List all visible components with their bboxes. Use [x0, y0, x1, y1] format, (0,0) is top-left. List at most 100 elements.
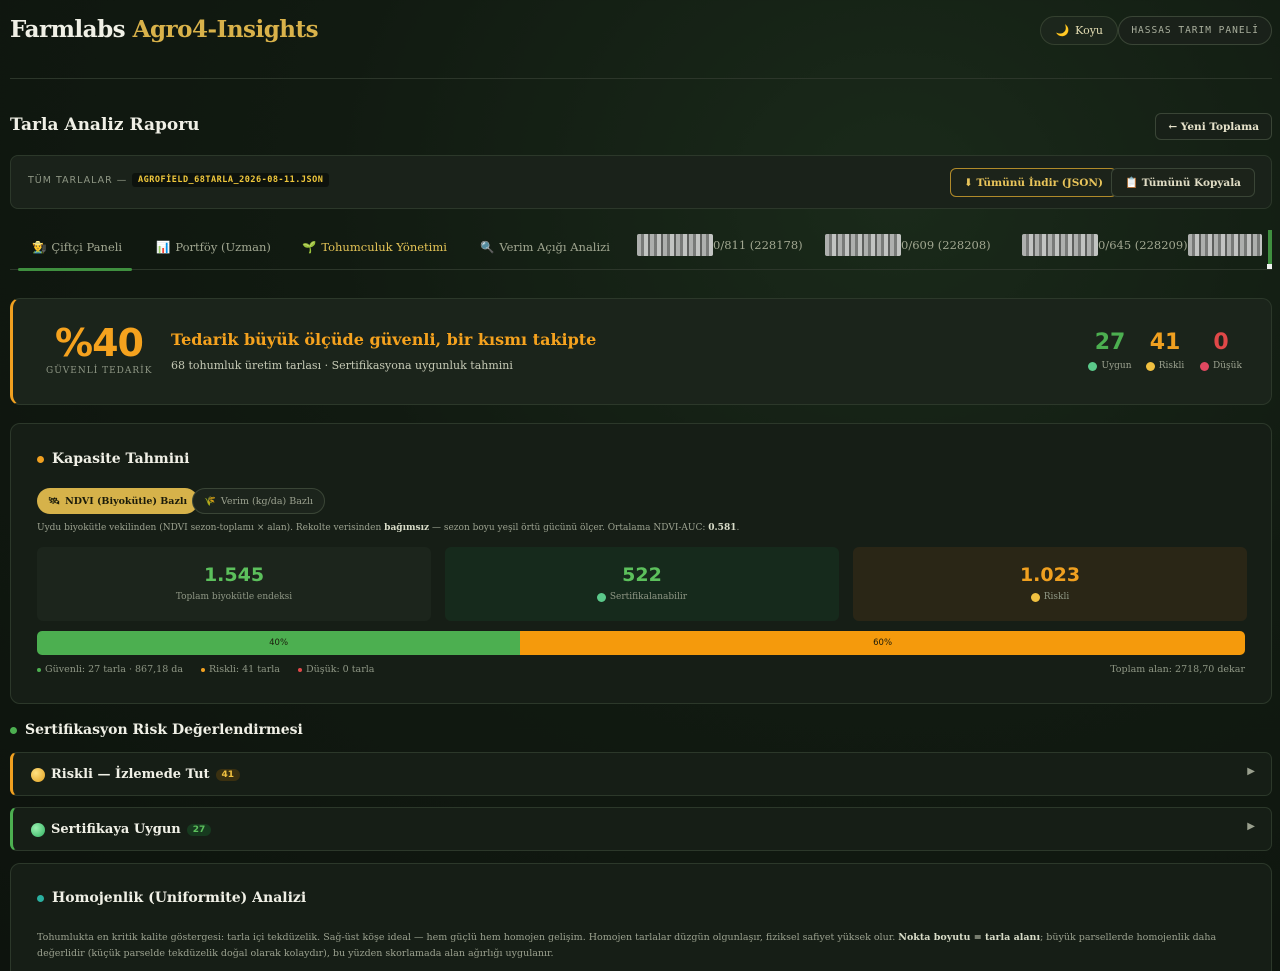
ndvi-basis-toggle[interactable]: 🛰 NDVI (Biyokütle) Bazlı — [37, 488, 199, 514]
legend-text: Güvenli: 27 tarla · 867,18 da — [45, 664, 184, 675]
tab-field-228208[interactable]: 0/609 (228208) — [825, 234, 991, 256]
group-count-badge: 41 — [215, 768, 241, 781]
tab-label: Portföy (Uzman) — [175, 240, 271, 254]
group-label: Riskli — İzlemede Tut — [51, 767, 210, 782]
yellow-circle-icon — [31, 767, 45, 782]
expand-arrow-icon[interactable]: ▶ — [1247, 821, 1255, 832]
toggle-label: Verim (kg/da) Bazlı — [220, 495, 314, 507]
tab-label: Çiftçi Paneli — [51, 240, 123, 254]
stat-value: 0 — [1213, 330, 1229, 355]
desc-bold: bağımsız — [384, 523, 430, 533]
secure-supply-label: GÜVENLİ TEDARİK — [46, 366, 153, 376]
tab-yield-gap[interactable]: 🔍 Verim Açığı Analizi — [480, 240, 610, 254]
panel-badge: HASSAS TARIM PANELİ — [1118, 16, 1272, 45]
kpi-value: 1.545 — [203, 564, 265, 586]
total-area: Toplam alan: 2718,70 dekar — [1110, 664, 1245, 675]
green-dot-icon — [1088, 361, 1098, 371]
tab-farmer-panel[interactable]: 👨‍🌾 Çiftçi Paneli — [17, 240, 133, 271]
kpi-label: Sertifikalanabilir — [609, 592, 688, 602]
redacted-field-name — [1022, 234, 1098, 256]
kpi-label: Riskli — [1043, 592, 1070, 602]
uniformity-title: Homojenlik (Uniformite) Analizi — [37, 890, 306, 906]
stat-label: Düşük — [1213, 361, 1242, 371]
kpi-total-biomass: 1.545 Toplam biyokütle endeksi — [37, 547, 431, 621]
wheat-icon: 🌾 — [204, 495, 216, 507]
bullet-icon — [10, 726, 17, 734]
page-title: Tarla Analiz Raporu — [10, 115, 200, 135]
all-fields-label: TÜM TARLALAR — — [28, 175, 128, 186]
stat-label: Uygun — [1101, 361, 1132, 371]
redacted-field-name — [637, 234, 713, 256]
tab-field-more[interactable] — [1188, 234, 1262, 256]
summary-subline: 68 tohumluk üretim tarlası · Sertifikasy… — [171, 359, 513, 372]
kpi-value: 1.023 — [1019, 564, 1081, 586]
tab-portfolio[interactable]: 📊 Portföy (Uzman) — [156, 240, 271, 254]
uniformity-description: Tohumlukta en kritik kalite göstergesi: … — [37, 930, 1221, 962]
stat-label: Riskli — [1158, 361, 1185, 371]
section-title: Sertifikasyon Risk Değerlendirmesi — [25, 722, 303, 738]
risky-segment: 60% — [520, 631, 1245, 655]
bullet-icon — [37, 894, 44, 902]
yellow-dot-icon — [1145, 361, 1155, 371]
redacted-field-name — [1188, 234, 1262, 256]
green-dot-icon — [596, 592, 606, 602]
legend-text: Riskli: 41 tarla — [209, 664, 280, 675]
kpi-label: Toplam biyokütle endeksi — [175, 592, 293, 602]
new-collection-button[interactable]: ← Yeni Toplama — [1155, 113, 1272, 140]
group-count-badge: 27 — [186, 823, 212, 836]
tab-label: Tohumculuk Yönetimi — [321, 240, 447, 254]
capacity-estimate-card: Kapasite Tahmini 🛰 NDVI (Biyokütle) Bazl… — [10, 423, 1272, 704]
redacted-field-name — [825, 234, 901, 256]
capacity-description: Uydu biyokütle vekilinden (NDVI sezon-to… — [37, 523, 739, 533]
section-title: Homojenlik (Uniformite) Analizi — [52, 890, 307, 906]
risk-section-title: Sertifikasyon Risk Değerlendirmesi — [10, 722, 303, 738]
top-bar: Farmlabs Agro4-Insights 🌙 Koyu HASSAS TA… — [10, 14, 1272, 48]
green-circle-icon — [31, 822, 45, 837]
supply-summary-card: %40 GÜVENLİ TEDARİK Tedarik büyük ölçüde… — [10, 298, 1272, 405]
tab-field-228209[interactable]: 0/645 (228209) — [1022, 234, 1188, 256]
ndvi-auc-value: 0.581 — [708, 523, 737, 533]
legend-text: Düşük: 0 tarla — [305, 664, 375, 675]
stat-risky: 41 Riskli — [1138, 330, 1192, 371]
group-label: Sertifikaya Uygun — [51, 822, 181, 837]
red-dot-icon — [1200, 361, 1210, 371]
theme-label: Koyu — [1075, 24, 1103, 37]
expand-arrow-icon[interactable]: ▶ — [1247, 766, 1255, 777]
header-divider — [10, 78, 1272, 79]
moon-icon: 🌙 — [1055, 24, 1070, 37]
tab-field-228178[interactable]: 0/811 (228178) — [637, 234, 803, 256]
tab-seed-management[interactable]: 🌱 Tohumculuk Yönetimi — [302, 240, 447, 254]
satellite-icon: 🛰 — [48, 495, 61, 507]
chart-icon: 📊 — [156, 240, 171, 254]
uniformity-analysis-card: Homojenlik (Uniformite) Analizi Tohumluk… — [10, 863, 1272, 971]
risk-group-risky[interactable]: Riskli — İzlemede Tut 41 ▶ — [10, 752, 1272, 796]
tab-label: Verim Açığı Analizi — [499, 240, 610, 254]
tab-scroll-handle[interactable] — [1267, 264, 1272, 269]
tab-scrollbar[interactable] — [1268, 230, 1272, 264]
stat-value: 41 — [1149, 330, 1181, 355]
copy-all-button[interactable]: 📋 Tümünü Kopyala — [1111, 168, 1255, 197]
desc-bold: Nokta boyutu = tarla alanı — [898, 932, 1041, 943]
tab-label: 0/609 (228208) — [901, 238, 991, 252]
kpi-risky: 1.023 Riskli — [853, 547, 1247, 621]
magnifier-icon: 🔍 — [480, 240, 495, 254]
sprout-icon: 🌱 — [302, 240, 317, 254]
capacity-split-bar: 40% 60% — [37, 631, 1245, 655]
kpi-value: 522 — [622, 564, 662, 586]
file-name-badge: AGROFİELD_68TARLA_2026-08-11.JSON — [132, 173, 330, 187]
yield-basis-toggle[interactable]: 🌾 Verim (kg/da) Bazlı — [192, 488, 326, 514]
tab-bar: 👨‍🌾 Çiftçi Paneli 📊 Portföy (Uzman) 🌱 To… — [10, 228, 1272, 271]
summary-headline: Tedarik büyük ölçüde güvenli, bir kısmı … — [171, 330, 597, 349]
legend-low: Düşük: 0 tarla — [297, 664, 375, 675]
stat-value: 27 — [1094, 330, 1126, 355]
yellow-dot-icon — [1030, 592, 1040, 602]
risk-group-suitable[interactable]: Sertifikaya Uygun 27 ▶ — [10, 807, 1272, 851]
secure-segment: 40% — [37, 631, 521, 655]
farmer-icon: 👨‍🌾 — [32, 240, 47, 254]
tab-label: 0/645 (228209) — [1098, 238, 1188, 252]
brand-logo: Farmlabs Agro4-Insights — [10, 16, 319, 43]
desc-text: Uydu biyokütle vekilinden (NDVI sezon-to… — [37, 523, 385, 533]
theme-toggle-button[interactable]: 🌙 Koyu — [1040, 16, 1118, 45]
download-all-button[interactable]: ⬇ Tümünü İndir (JSON) — [949, 168, 1117, 197]
toggle-label: NDVI (Biyokütle) Bazlı — [65, 495, 188, 507]
